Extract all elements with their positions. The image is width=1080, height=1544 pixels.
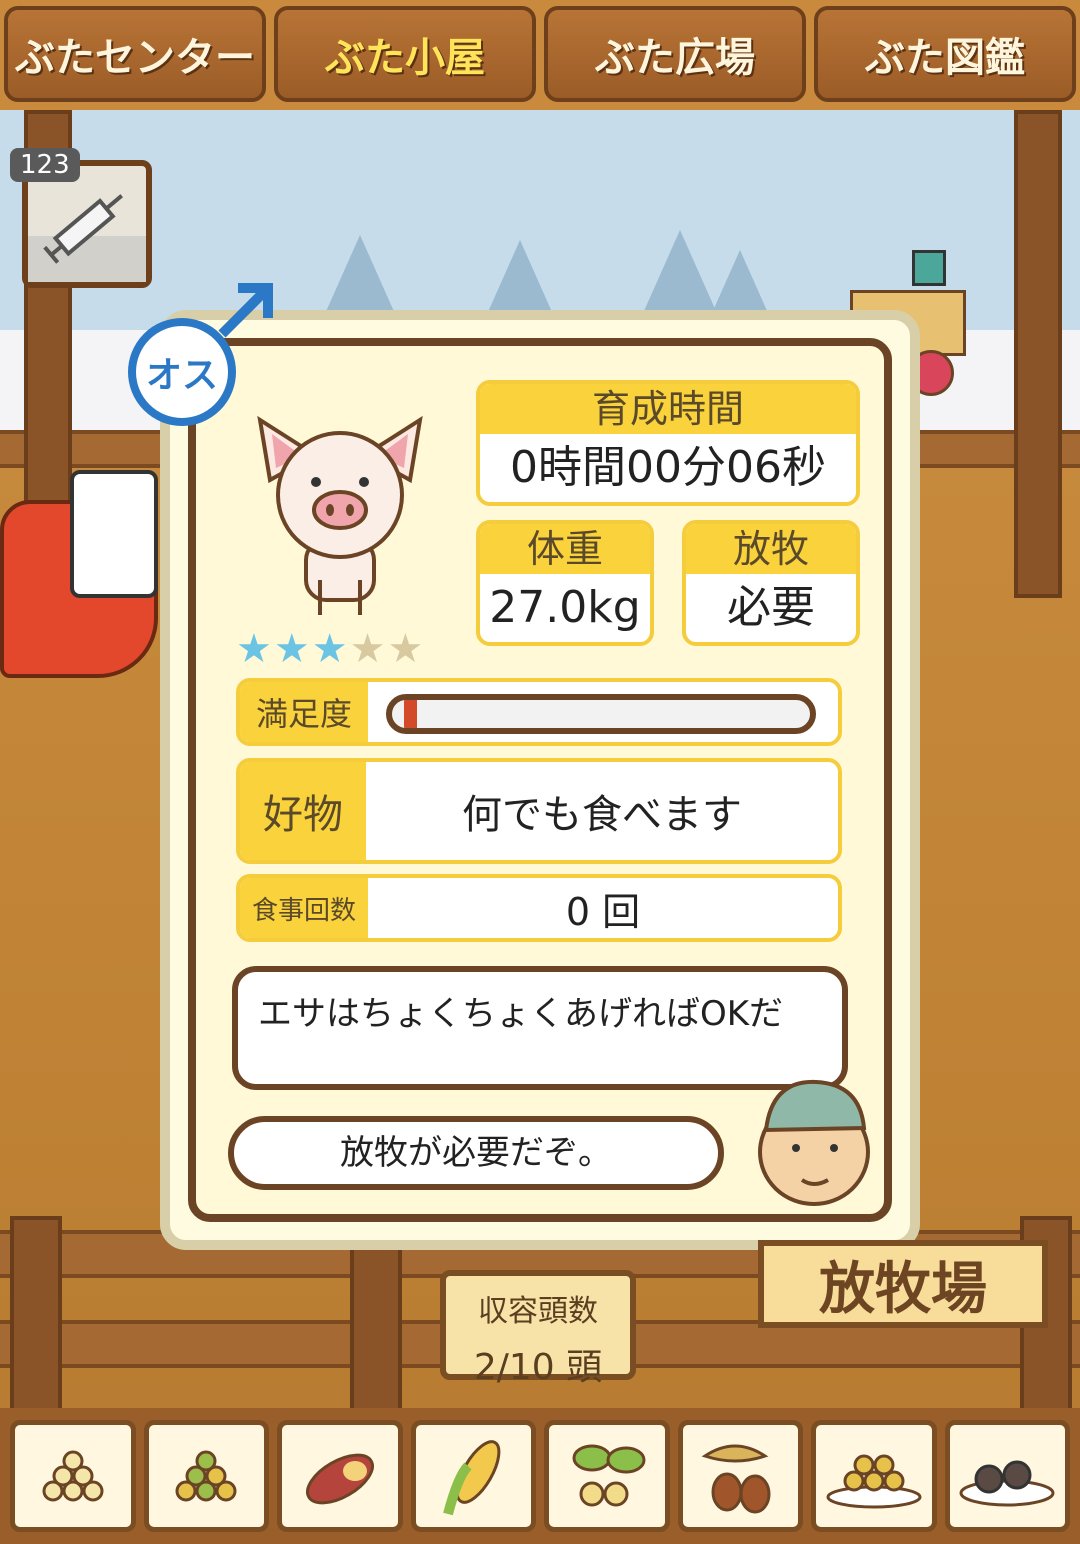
herb-nuts-icon (572, 1444, 646, 1507)
soybean-pile-icon (42, 1450, 104, 1502)
growth-time-value: 0時間00分06秒 (510, 442, 826, 493)
rarity-stars: ★★★★★ (236, 626, 425, 672)
star-icon: ★ (311, 626, 350, 672)
grain-plate-icon (826, 1454, 922, 1509)
growth-time-label: 育成時間 (480, 384, 856, 434)
fence-post (10, 1216, 62, 1424)
pasture-sign-button[interactable]: 放牧場 (758, 1240, 1048, 1328)
capacity-sign: 収容頭数 2/10 頭 (440, 1270, 636, 1388)
feed-slot-8[interactable] (944, 1420, 1070, 1532)
weight-label: 体重 (480, 524, 650, 574)
grazing-panel: 放牧 必要 (682, 520, 860, 646)
satisfaction-bar-fill (404, 700, 417, 728)
syringe-icon (28, 194, 146, 282)
feed-slot-6[interactable] (677, 1420, 803, 1532)
weight-panel: 体重 27.0kg (476, 520, 654, 646)
speech-sub-text: 放牧が必要だぞ。 (340, 1133, 612, 1173)
grazing-value: 必要 (727, 582, 815, 633)
meal-count-row: 食事回数 0 回 (236, 874, 842, 942)
meal-count-label: 食事回数 (240, 878, 368, 938)
feed-slot-5[interactable] (544, 1420, 670, 1532)
feed-slot-1[interactable] (10, 1420, 136, 1532)
feed-slot-4[interactable] (410, 1420, 536, 1532)
meal-count-value: 0 回 (565, 889, 641, 934)
farmer-face-icon (758, 1079, 870, 1206)
meatball-plate-icon (959, 1460, 1055, 1507)
fence-post (1014, 110, 1062, 598)
pig-icon (257, 415, 423, 615)
feed-slot-2[interactable] (143, 1420, 269, 1532)
tab-buta-hut[interactable]: ぶた小屋 (274, 6, 536, 102)
favorite-value: 何でも食べます (462, 792, 742, 838)
feed-toolbar (0, 1408, 1080, 1544)
corn-icon (443, 1440, 501, 1516)
gender-badge: オス (128, 318, 236, 426)
tab-buta-center[interactable]: ぶたセンター (4, 6, 266, 102)
growth-time-panel: 育成時間 0時間00分06秒 (476, 380, 860, 506)
capacity-label: 収容頭数 (478, 1294, 598, 1329)
feed-slot-3[interactable] (277, 1420, 403, 1532)
star-icon: ★ (236, 626, 274, 672)
satisfaction-label: 満足度 (240, 682, 368, 742)
sweet-potato-icon (305, 1453, 374, 1505)
speech-bubble-sub: 放牧が必要だぞ。 (228, 1116, 724, 1190)
star-icon: ★ (273, 626, 312, 672)
tab-buta-plaza[interactable]: ぶた広場 (544, 6, 806, 102)
speech-main-text: エサはちょくちょくあげればOKだ (258, 994, 784, 1034)
top-tab-bar: ぶたセンター ぶた小屋 ぶた広場 ぶた図鑑 (0, 0, 1080, 112)
mixed-beans-icon (175, 1450, 237, 1502)
tab-buta-encyclopedia[interactable]: ぶた図鑑 (814, 6, 1076, 102)
speech-bubble-main: エサはちょくちょくあげればOKだ (232, 966, 848, 1090)
satisfaction-bar (386, 694, 816, 734)
star-empty-icon: ★ (387, 626, 426, 672)
item-count-badge: 123 (10, 148, 80, 182)
favorite-label: 好物 (240, 762, 366, 860)
red-dress-character (0, 470, 170, 690)
star-empty-icon: ★ (349, 626, 388, 672)
capacity-value: 2/10 頭 (473, 1347, 603, 1388)
feed-slot-7[interactable] (811, 1420, 937, 1532)
acorn-icon (701, 1444, 771, 1514)
favorite-row: 好物 何でも食べます (236, 758, 842, 864)
grazing-label: 放牧 (686, 524, 856, 574)
male-arrow-icon (218, 283, 273, 338)
weight-value: 27.0kg (489, 582, 641, 633)
